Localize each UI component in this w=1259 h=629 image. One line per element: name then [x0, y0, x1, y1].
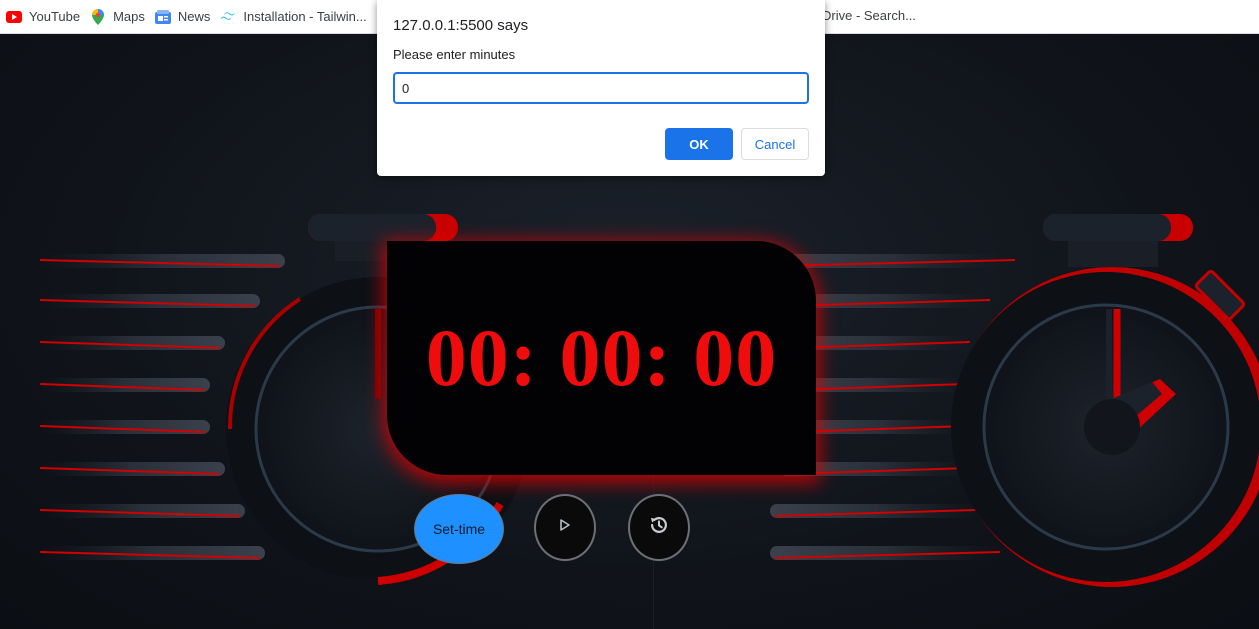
bookmark-news[interactable]: News [151, 3, 215, 31]
youtube-icon [6, 9, 22, 25]
bookmark-label: Drive - Search... [822, 7, 916, 23]
timer-display: 00: 00: 00 [387, 241, 816, 475]
bookmark-label: Installation - Tailwin... [243, 9, 367, 24]
dialog-title: 127.0.0.1:5500 says [393, 17, 529, 34]
reset-button[interactable] [628, 494, 690, 561]
bookmark-label: News [177, 9, 211, 24]
play-button[interactable] [534, 494, 596, 561]
bookmark-youtube[interactable]: YouTube [2, 3, 84, 31]
cancel-button[interactable]: Cancel [741, 128, 809, 160]
tailwind-icon [220, 9, 236, 25]
prompt-dialog: 127.0.0.1:5500 says Please enter minutes… [377, 0, 825, 176]
timer-time: 00: 00: 00 [425, 312, 778, 403]
bookmark-tailwind[interactable]: Installation - Tailwin... [216, 3, 370, 31]
set-time-label: Set-time [432, 521, 486, 537]
news-icon [154, 9, 171, 25]
right-stopwatch [951, 214, 1259, 587]
maps-icon [90, 8, 106, 25]
bookmark-maps[interactable]: Maps [86, 3, 149, 31]
bookmark-label: YouTube [29, 9, 81, 24]
history-reset-icon [648, 514, 670, 541]
bookmark-label: Maps [113, 9, 145, 24]
bookmark-drive-search[interactable]: Drive - Search... [822, 0, 916, 30]
dialog-message: Please enter minutes [393, 47, 516, 62]
ok-button[interactable]: OK [665, 128, 733, 160]
minutes-input[interactable] [393, 72, 809, 104]
play-icon [558, 518, 572, 537]
set-time-button[interactable]: Set-time [414, 494, 504, 564]
